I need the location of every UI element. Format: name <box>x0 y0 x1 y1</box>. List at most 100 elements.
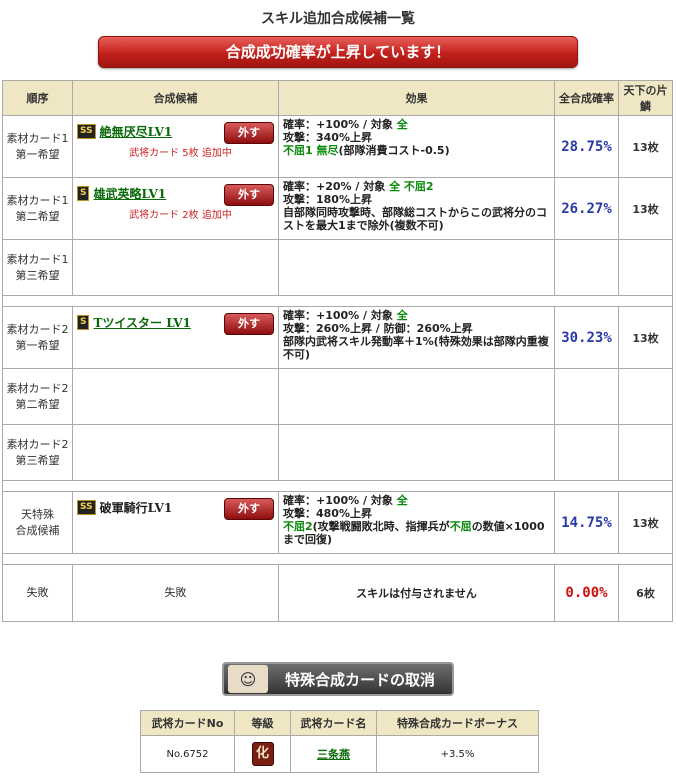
table-row: 素材カード2 第三希望 <box>2 424 673 481</box>
header-rate: 全合成確率 <box>554 80 619 116</box>
candidate-cell: S Tツイスター LV1 外す <box>72 306 279 369</box>
effect-highlight: 全 不屈2 <box>389 180 434 193</box>
effect-cell: 確率：+100% / 対象 全攻撃：260%上昇 / 防御：260%上昇 部隊内武… <box>278 306 555 369</box>
row-order: 素材カード1 第二希望 <box>2 177 73 240</box>
bonus-header-bonus: 特殊合成カードボーナス <box>376 710 539 736</box>
remove-button[interactable]: 外す <box>224 313 274 335</box>
row-order: 素材カード2 第三希望 <box>2 424 73 481</box>
effect-text: 確率：+20% / 対象 <box>283 180 390 193</box>
candidate-cell: SS 破軍騎行LV1 外す <box>72 491 279 554</box>
order-label: 失敗 <box>26 586 49 599</box>
card-name-link[interactable]: 三条燕 <box>317 748 350 761</box>
rarity-badge: SS <box>77 123 96 139</box>
rate-value: 0.00% <box>554 564 619 622</box>
rate-value <box>554 424 619 481</box>
effect-highlight: 全 <box>396 494 408 507</box>
effect-text: (部隊消費コスト-0.5) <box>338 144 450 157</box>
row-order: 天特殊 合成候補 <box>2 491 73 554</box>
effect-highlight: 不屈1 無尽 <box>283 144 339 157</box>
cancel-special-card-button[interactable]: ☺ 特殊合成カードの取消 <box>222 662 454 696</box>
effect-cell <box>278 424 555 481</box>
skill-name-link[interactable]: 絶無厌尽LV1 <box>100 123 173 140</box>
order-label: 素材カード2 <box>6 381 69 395</box>
row-order: 素材カード1 第一希望 <box>2 115 73 178</box>
table-row: No.6752 化 三条燕 +3.5% <box>140 735 539 773</box>
effect-cell: 確率：+100% / 対象 全攻撃：340%上昇 不屈1 無尽(部隊消費コスト-0… <box>278 115 555 178</box>
rate-value: 14.75% <box>554 491 619 554</box>
table-row: 天特殊 合成候補 SS 破軍騎行LV1 外す 確率：+100% / 対象 全攻撃：480%… <box>2 491 673 554</box>
table-row: 素材カード2 第二希望 <box>2 368 673 425</box>
row-order: 素材カード2 第二希望 <box>2 368 73 425</box>
count-value: 13枚 <box>618 306 673 369</box>
effect-highlight: 全 <box>396 309 408 322</box>
candidate-cell: SS 絶無厌尽LV1 外す武将カード 5枚 追加中 <box>72 115 279 178</box>
rarity-badge: S <box>77 185 90 201</box>
count-value <box>618 424 673 481</box>
effect-text: 攻撃：260%上昇 / 防御：260%上昇 <box>283 322 473 335</box>
table-row: 素材カード1 第一希望 SS 絶無厌尽LV1 外す武将カード 5枚 追加中 確率：+100… <box>2 115 673 178</box>
effect-text: 攻撃：180%上昇 <box>283 193 372 206</box>
candidate-cell <box>72 368 279 425</box>
count-value <box>618 368 673 425</box>
effect-cell <box>278 368 555 425</box>
order-label: 素材カード1 <box>6 193 69 207</box>
remove-button[interactable]: 外す <box>224 122 274 144</box>
order-label: 素材カード1 <box>6 131 69 145</box>
effect-highlight: 全 <box>396 118 408 131</box>
bonus-header-no: 武将カードNo <box>140 710 235 736</box>
skill-name-link: 破軍騎行LV1 <box>99 500 173 515</box>
bonus-header-name: 武将カード名 <box>290 710 377 736</box>
row-separator <box>2 553 673 565</box>
card-bonus: +3.5% <box>376 735 539 773</box>
candidate-rows: 素材カード1 第一希望 SS 絶無厌尽LV1 外す 武将カード 5枚 追加中 確率：+100… <box>2 115 673 622</box>
card-no: No.6752 <box>140 735 235 773</box>
table-row: 素材カード1 第二希望 S 雄武英略LV1 外す武将カード 2枚 追加中 確率：+20% … <box>2 177 673 240</box>
effect-text: 攻撃：480%上昇 <box>283 507 372 520</box>
count-value: 13枚 <box>618 177 673 240</box>
row-order: 素材カード1 第三希望 <box>2 239 73 296</box>
grade-icon: 化 <box>251 742 274 766</box>
effect-cell: 確率：+20% / 対象 全 不屈2 攻撃：180%上昇 自部隊同時攻撃時、部隊総コ… <box>278 177 555 240</box>
order-sub-label: 第三希望 <box>15 268 60 282</box>
row-separator <box>2 480 673 492</box>
skill-name-link[interactable]: Tツイスター LV1 <box>93 314 190 331</box>
count-value: 6枚 <box>618 564 673 622</box>
fail-candidate: 失敗 <box>72 564 279 622</box>
order-sub-label: 第三希望 <box>15 453 60 467</box>
row-separator <box>2 295 673 307</box>
effect-highlight: 不屈2 <box>283 520 313 533</box>
skill-name-link[interactable]: 雄武英略LV1 <box>93 185 166 202</box>
effect-text: 確率：+100% / 対象 <box>283 118 397 131</box>
bonus-table: 武将カードNo 等級 武将カード名 特殊合成カードボーナス No.6752 化 … <box>140 710 539 773</box>
row-order: 素材カード2 第一希望 <box>2 306 73 369</box>
rate-value <box>554 368 619 425</box>
bonus-header-grade: 等級 <box>234 710 291 736</box>
success-rate-banner: 合成成功確率が上昇しています！ <box>98 36 578 68</box>
candidate-cell <box>72 424 279 481</box>
effect-text: 確率：+100% / 対象 <box>283 309 397 322</box>
remove-button[interactable]: 外す <box>224 184 274 206</box>
header-effect: 効果 <box>278 80 555 116</box>
effect-highlight: 不屈 <box>449 520 472 533</box>
effect-text: 攻撃：340%上昇 <box>283 131 372 144</box>
order-label: 素材カード2 <box>6 437 69 451</box>
cancel-button-label: 特殊合成カードの取消 <box>284 670 435 689</box>
candidate-cell: S 雄武英略LV1 外す武将カード 2枚 追加中 <box>72 177 279 240</box>
effect-cell <box>278 239 555 296</box>
page-title: スキル追加合成候補一覧 <box>261 11 415 27</box>
count-value <box>618 239 673 296</box>
remove-button[interactable]: 外す <box>224 498 274 520</box>
rarity-badge: S <box>77 314 90 330</box>
effect-cell: 確率：+100% / 対象 全攻撃：480%上昇 不屈2(攻撃戦闘敗北時、指揮兵が… <box>278 491 555 554</box>
header-count: 天下の片鱗 <box>618 80 673 116</box>
character-portrait-icon: ☺ <box>228 665 268 693</box>
added-cards-note: 武将カード 5枚 追加中 <box>129 148 232 159</box>
effect-text: 部隊内武将スキル発動率＋1%(特殊効果は部隊内重複不可) <box>283 335 549 361</box>
rate-value: 30.23% <box>554 306 619 369</box>
order-sub-label: 第二希望 <box>15 397 60 411</box>
order-sub-label: 第一希望 <box>15 147 60 161</box>
added-cards-note: 武将カード 2枚 追加中 <box>129 210 232 221</box>
order-label: 素材カード1 <box>6 252 69 266</box>
fail-effect: スキルは付与されません <box>278 564 555 622</box>
order-sub-label: 第二希望 <box>15 209 60 223</box>
